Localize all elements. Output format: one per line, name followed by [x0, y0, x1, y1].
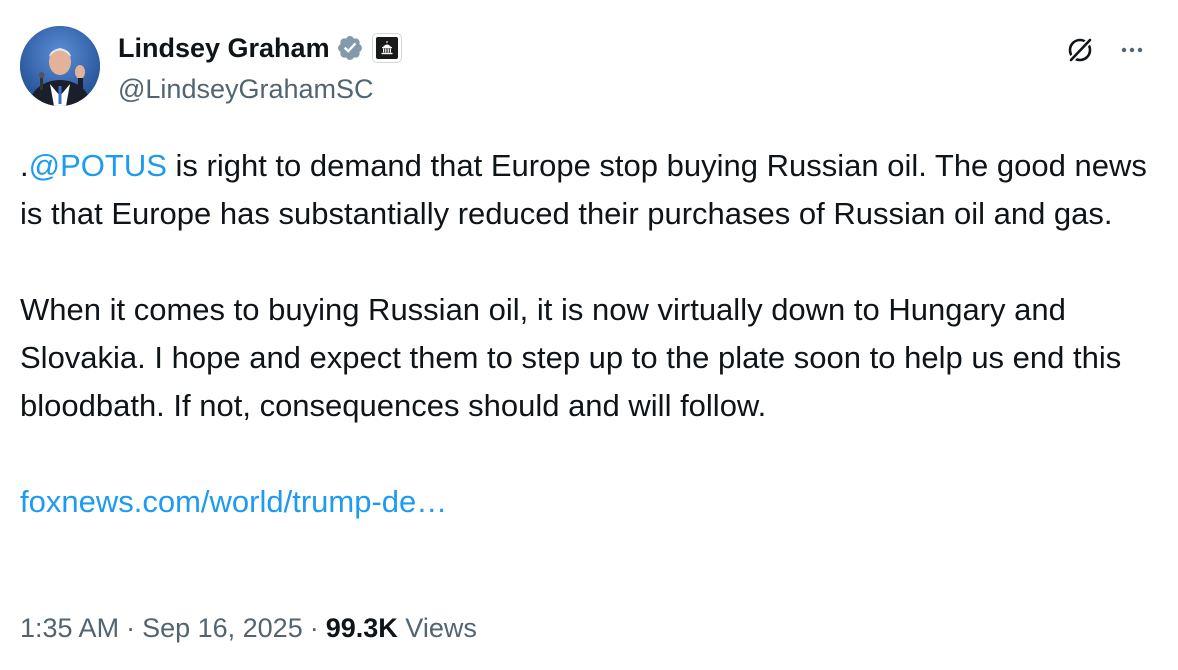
tweet-text: .@POTUS is right to demand that Europe s… — [20, 142, 1160, 526]
views-count[interactable]: 99.3K — [326, 613, 398, 643]
author-name-row: Lindsey Graham — [118, 30, 402, 66]
author-display-name[interactable]: Lindsey Graham — [118, 30, 330, 66]
meta-separator: · — [309, 613, 319, 643]
more-options-icon[interactable] — [1112, 30, 1152, 70]
tweet-time[interactable]: 1:35 AM — [20, 613, 119, 643]
meta-separator: · — [126, 613, 136, 643]
tweet-text-lead: . — [20, 148, 29, 183]
tweet-card: Lindsey Graham @LindseyGrahamSC .@POTUS … — [0, 0, 1178, 670]
mention-link[interactable]: @POTUS — [29, 148, 167, 183]
tweet-text-rest: is right to demand that Europe stop buyi… — [20, 148, 1147, 231]
tweet-paragraph-2: When it comes to buying Russian oil, it … — [20, 292, 1122, 423]
tweet-date[interactable]: Sep 16, 2025 — [142, 613, 303, 643]
author-handle[interactable]: @LindseyGrahamSC — [118, 72, 374, 106]
grok-icon[interactable] — [1060, 30, 1100, 70]
tweet-paragraph-1: .@POTUS is right to demand that Europe s… — [20, 142, 1160, 238]
government-capitol-icon[interactable] — [371, 33, 402, 63]
article-link[interactable]: foxnews.com/world/trump-de… — [20, 484, 447, 519]
tweet-paragraph-3: foxnews.com/world/trump-de… — [20, 478, 1160, 526]
avatar[interactable] — [20, 26, 100, 106]
verified-badge-icon[interactable] — [336, 34, 364, 62]
tweet-metadata: 1:35 AM · Sep 16, 2025 · 99.3K Views — [20, 610, 477, 646]
views-label: Views — [405, 613, 477, 643]
